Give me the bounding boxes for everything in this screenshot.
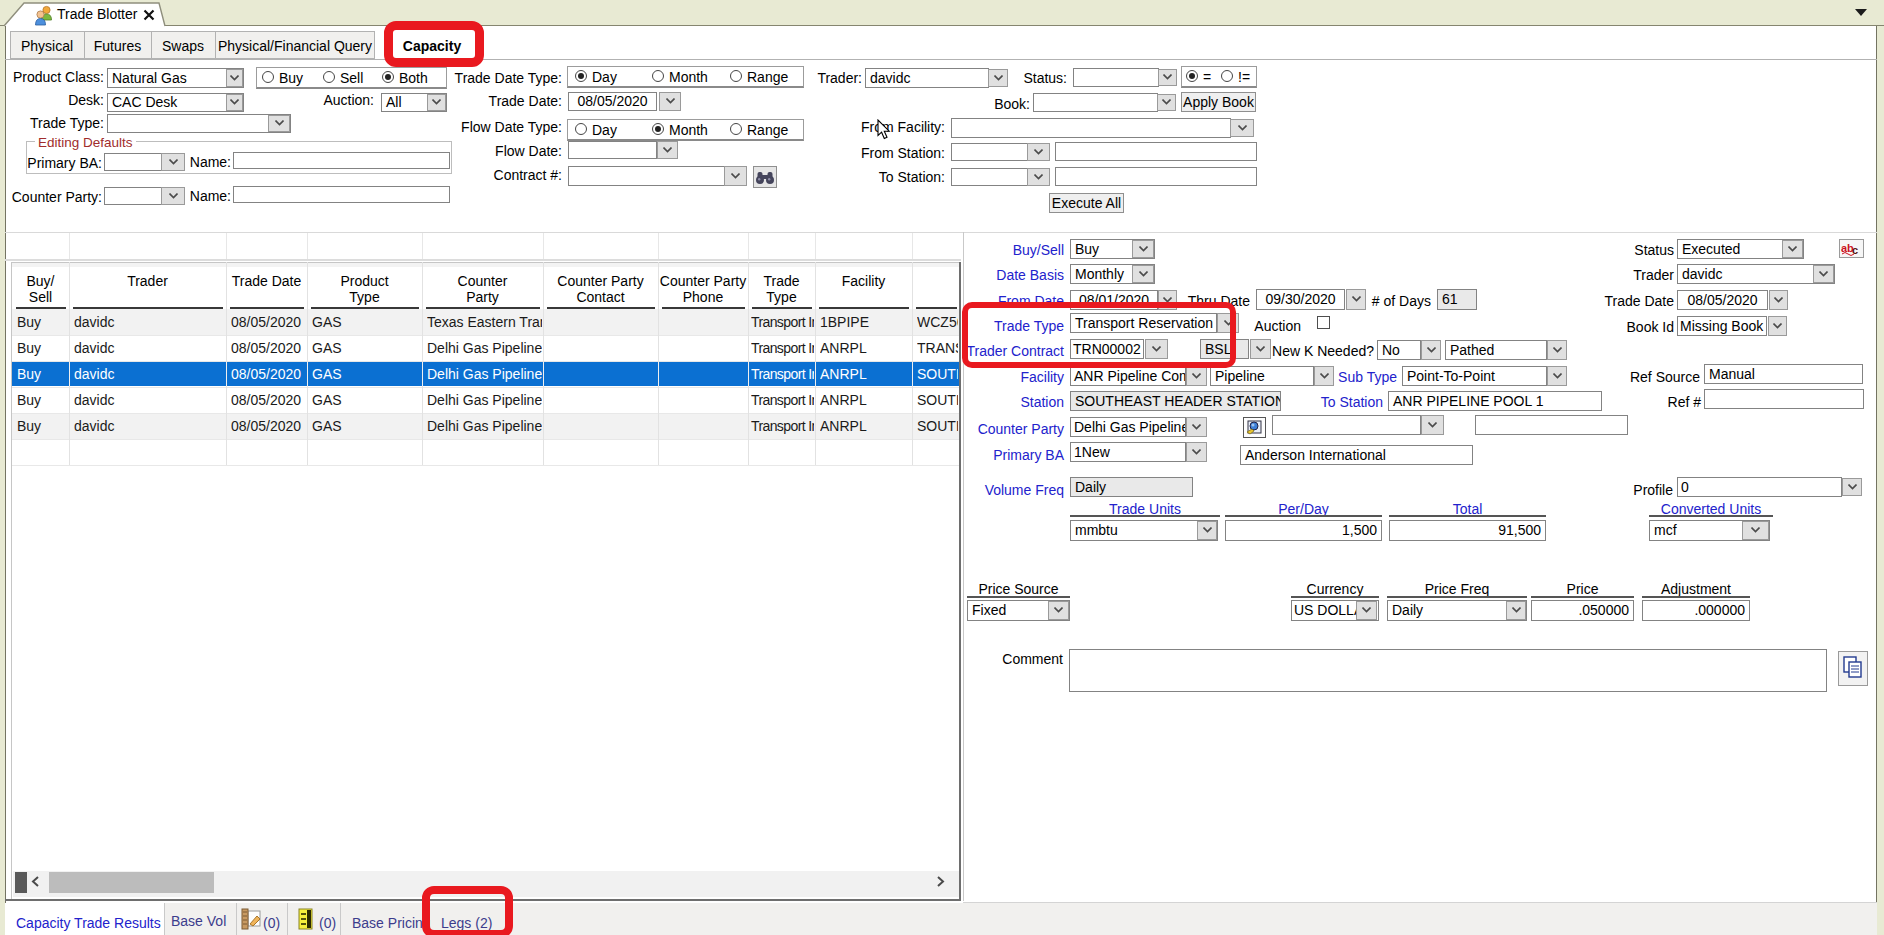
svg-text:c: c [1852, 244, 1858, 256]
